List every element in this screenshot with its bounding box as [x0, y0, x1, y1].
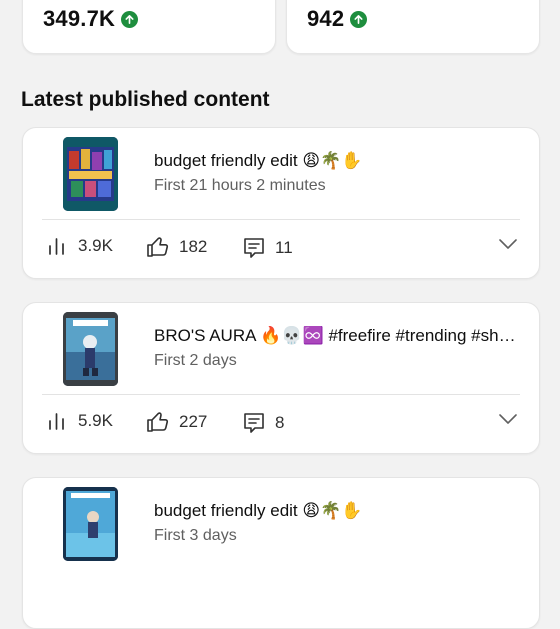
stat-value-row: 349.7K [43, 6, 139, 32]
likes-count: 182 [179, 237, 208, 256]
thumbs-up-icon [146, 236, 170, 258]
chevron-down-icon[interactable] [499, 238, 517, 250]
likes-metric: 227 [146, 411, 207, 433]
content-timeframe: First 2 days [154, 352, 237, 369]
comment-icon [242, 411, 266, 435]
video-thumbnail[interactable] [63, 312, 118, 386]
content-title[interactable]: budget friendly edit 😩🌴✋ [154, 151, 524, 171]
video-thumbnail[interactable] [63, 137, 118, 211]
comments-metric: 8 [242, 411, 284, 435]
section-title: Latest published content [21, 88, 270, 111]
comments-count: 8 [275, 413, 285, 432]
content-card[interactable]: BRO'S AURA 🔥💀♾️ #freefire #trending #sho… [22, 302, 540, 454]
stat-card-subscribers[interactable]: 942 [286, 0, 540, 54]
stat-card-views[interactable]: 349.7K [22, 0, 276, 54]
views-count: 3.9K [78, 236, 113, 255]
divider [42, 219, 520, 220]
bar-chart-icon [47, 236, 69, 256]
stat-value: 942 [307, 6, 345, 31]
metrics-row: 3.9K 182 11 [47, 236, 517, 262]
chevron-down-icon[interactable] [499, 413, 517, 425]
views-metric: 5.9K [47, 411, 113, 431]
likes-count: 227 [179, 412, 208, 431]
likes-metric: 182 [146, 236, 207, 258]
comments-metric: 11 [242, 236, 293, 260]
comment-icon [242, 236, 266, 260]
stat-value: 349.7K [43, 6, 116, 31]
views-count: 5.9K [78, 411, 113, 430]
comments-count: 11 [275, 238, 293, 257]
metrics-row: 5.9K 227 8 [47, 411, 517, 437]
arrow-up-icon [121, 10, 139, 28]
content-timeframe: First 3 days [154, 527, 237, 544]
content-timeframe: First 21 hours 2 minutes [154, 177, 326, 194]
content-card[interactable]: budget friendly edit 😩🌴✋ First 21 hours … [22, 127, 540, 279]
thumbs-up-icon [146, 411, 170, 433]
stat-value-row: 942 [307, 6, 368, 32]
bar-chart-icon [47, 411, 69, 431]
content-title[interactable]: BRO'S AURA 🔥💀♾️ #freefire #trending #sho… [154, 326, 524, 346]
views-metric: 3.9K [47, 236, 113, 256]
content-title[interactable]: budget friendly edit 😩🌴✋ [154, 501, 524, 521]
divider [42, 394, 520, 395]
arrow-up-icon [350, 10, 368, 28]
video-thumbnail[interactable] [63, 487, 118, 561]
content-card[interactable]: budget friendly edit 😩🌴✋ First 3 days [22, 477, 540, 629]
